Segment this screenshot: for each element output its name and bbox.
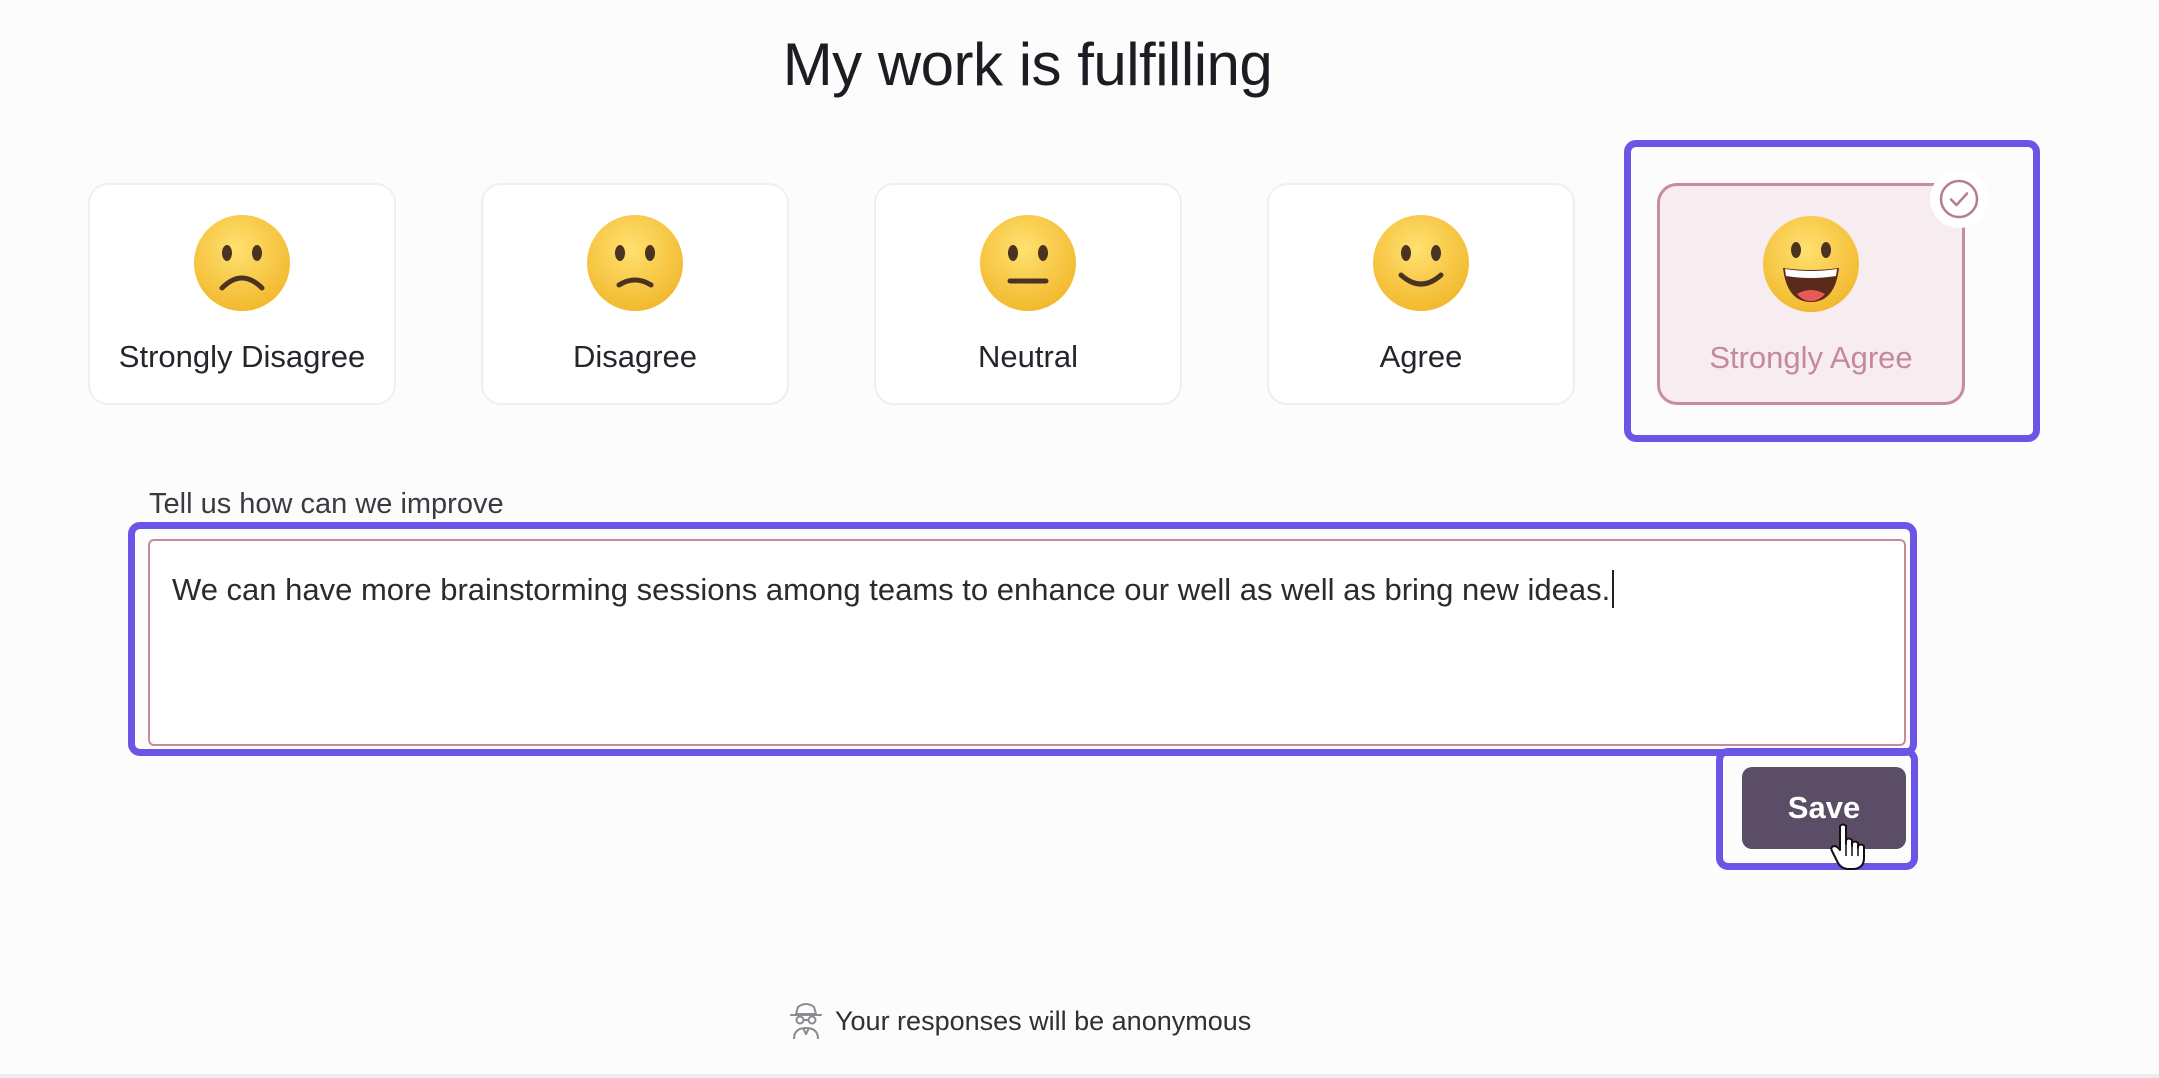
grinning-face-icon [1763,216,1859,312]
option-strongly-agree[interactable]: Strongly Agree [1657,170,1988,405]
anonymous-text: Your responses will be anonymous [835,1005,1252,1036]
option-label: Neutral [978,339,1078,374]
hand-pointer-icon [1830,823,1865,870]
selected-check-badge [1930,170,1988,228]
anonymous-spy-icon [790,1003,822,1040]
rating-options: Strongly Disagree Disagree Neutral Agree… [88,170,1988,405]
option-disagree[interactable]: Disagree [481,183,789,405]
question-title: My work is fulfilling [782,31,1273,98]
bottom-divider [0,1074,2159,1078]
slightly-smiling-face-icon [1373,215,1469,311]
option-label: Agree [1379,339,1463,374]
neutral-face-icon [980,215,1076,311]
feedback-text: We can have more brainstorming sessions … [172,572,1611,607]
check-circle-icon [1939,179,1979,219]
text-caret [1612,570,1615,608]
option-neutral[interactable]: Neutral [874,183,1182,405]
slightly-frowning-face-icon [587,215,683,311]
feedback-textarea[interactable]: We can have more brainstorming sessions … [148,539,1906,746]
feedback-label: Tell us how can we improve [149,488,504,520]
save-button[interactable]: Save [1742,767,1906,849]
anonymous-notice: Your responses will be anonymous [789,1000,1251,1042]
frowning-face-icon [194,215,290,311]
option-label: Strongly Disagree [118,339,366,374]
option-agree[interactable]: Agree [1267,183,1575,405]
option-strongly-disagree[interactable]: Strongly Disagree [88,183,396,405]
option-label: Strongly Agree [1709,340,1913,375]
option-label: Disagree [572,339,698,374]
